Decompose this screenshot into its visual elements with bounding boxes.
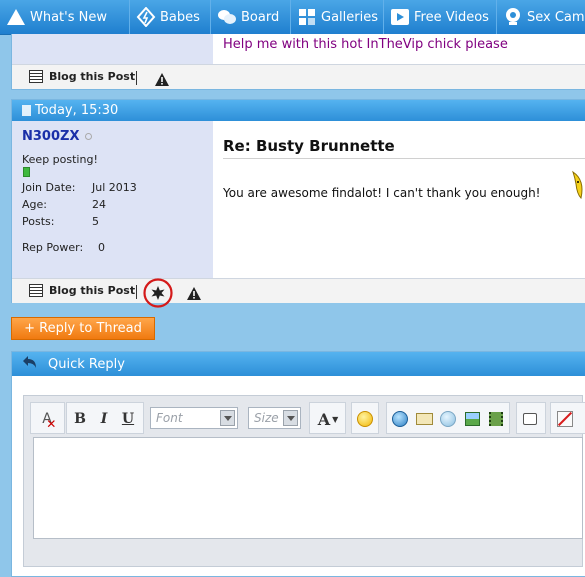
nav-item-galleries[interactable]: Galleries [291,0,384,34]
nav-label: Board [241,9,280,25]
globe-link-icon [392,411,408,427]
nav-label: Sex Cams [527,9,585,25]
toggle-wysiwyg-button[interactable] [554,408,576,430]
image-icon [464,412,480,426]
age-value: 24 [92,198,106,211]
previous-post-sidebar [12,34,213,64]
join-date-value: Jul 2013 [92,181,137,194]
quick-reply-panel: Quick Reply [11,351,585,577]
post: Today, 15:30 N300ZX Keep posting! Join D… [11,99,585,308]
unlink-globe-icon [440,411,456,427]
posts-value: 5 [92,215,99,228]
blog-icon [29,70,43,83]
triangle-icon [6,7,26,27]
diamond-icon [136,6,156,28]
italic-icon: I [100,411,108,427]
remove-link-button[interactable] [438,408,458,430]
previous-post: Help me with this hot InTheVip chick ple… [11,34,585,90]
post-title: Re: Busty Brunnette [223,137,395,155]
quick-reply-header: Quick Reply [12,352,585,376]
film-icon [489,412,503,426]
text-color-button[interactable]: A ▼ [313,408,343,430]
bold-button[interactable]: B [70,408,90,430]
chevron-down-icon [283,410,298,426]
thanks-star-icon[interactable] [143,278,173,312]
galleries-icon [297,7,317,27]
blog-this-post-label: Blog this Post [49,284,136,297]
smilies-button[interactable] [355,408,375,430]
join-date-label: Join Date: [22,181,76,194]
blog-this-post-button[interactable]: Blog this Post [29,70,135,83]
nav-label: Free Videos [414,9,489,25]
blog-this-post-label: Blog this Post [49,70,136,83]
post-doc-icon [22,105,31,116]
insert-email-button[interactable] [414,408,434,430]
chat-icon [217,7,237,27]
post-title-divider [223,158,585,159]
post-date: Today, 15:30 [35,103,119,118]
smiley-icon [357,411,373,427]
insert-video-button[interactable] [486,408,506,430]
disable-rich-text-icon [557,411,573,427]
play-icon [390,7,410,27]
footer-separator [136,71,137,85]
italic-button[interactable]: I [94,408,114,430]
age-label: Age: [22,198,47,211]
blog-this-post-button[interactable]: Blog this Post [29,284,135,297]
reply-arrow-icon [22,355,38,373]
nav-item-free-videos[interactable]: Free Videos [384,0,497,34]
nav-item-whats-new[interactable]: What's New [0,0,130,34]
envelope-icon [415,413,433,425]
insert-quote-button[interactable] [520,408,540,430]
underline-button[interactable]: U [118,408,138,430]
blog-icon [29,284,43,297]
text-color-icon: A [317,409,331,429]
reputation-bar [23,167,30,177]
nav-label: Galleries [321,9,378,25]
post-header: Today, 15:30 [12,100,585,121]
footer-separator [136,285,137,299]
underline-icon: U [121,411,135,427]
chevron-down-icon: ▼ [332,414,339,424]
report-icon[interactable] [187,285,201,304]
post-footer: Blog this Post [12,278,585,308]
insert-image-button[interactable] [462,408,482,430]
webcam-icon [503,7,523,27]
report-icon[interactable] [155,71,169,90]
font-select-label: Font [156,411,183,425]
bold-icon: B [74,411,86,427]
quick-reply-title: Quick Reply [48,356,125,372]
message-textarea[interactable] [33,437,583,539]
offline-status-icon [85,133,93,140]
remove-format-icon: A ✕ [42,411,57,431]
top-nav: What's New Babes Board Galleries Free Vi… [0,0,585,35]
user-info-sidebar: N300ZX Keep posting! Join Date: Jul 2013… [12,121,213,278]
reply-to-thread-button[interactable]: + Reply to Thread [11,317,155,340]
font-select[interactable]: Font [150,407,238,429]
previous-post-message: Help me with this hot InTheVip chick ple… [223,37,508,52]
speech-bubble-icon [523,413,537,425]
chevron-down-icon [220,410,235,426]
user-title: Keep posting! [22,153,98,166]
size-select[interactable]: Size [248,407,301,429]
nav-item-sex-cams[interactable]: Sex Cams [497,0,585,34]
rep-power-label: Rep Power: [22,241,84,254]
rep-power-value: 0 [98,241,105,254]
size-select-label: Size [254,411,279,425]
nav-item-babes[interactable]: Babes [130,0,211,34]
posts-label: Posts: [22,215,55,228]
nav-item-board[interactable]: Board [211,0,291,34]
username-link[interactable]: N300ZX [22,129,79,144]
post-body: You are awesome findalot! I can't thank … [223,186,541,200]
nav-label: Babes [160,9,200,25]
banana-smiley-icon [569,170,585,206]
remove-format-button[interactable]: A ✕ [36,408,58,431]
previous-post-footer: Blog this Post [12,64,585,89]
insert-link-button[interactable] [390,408,410,430]
nav-label: What's New [30,9,107,25]
